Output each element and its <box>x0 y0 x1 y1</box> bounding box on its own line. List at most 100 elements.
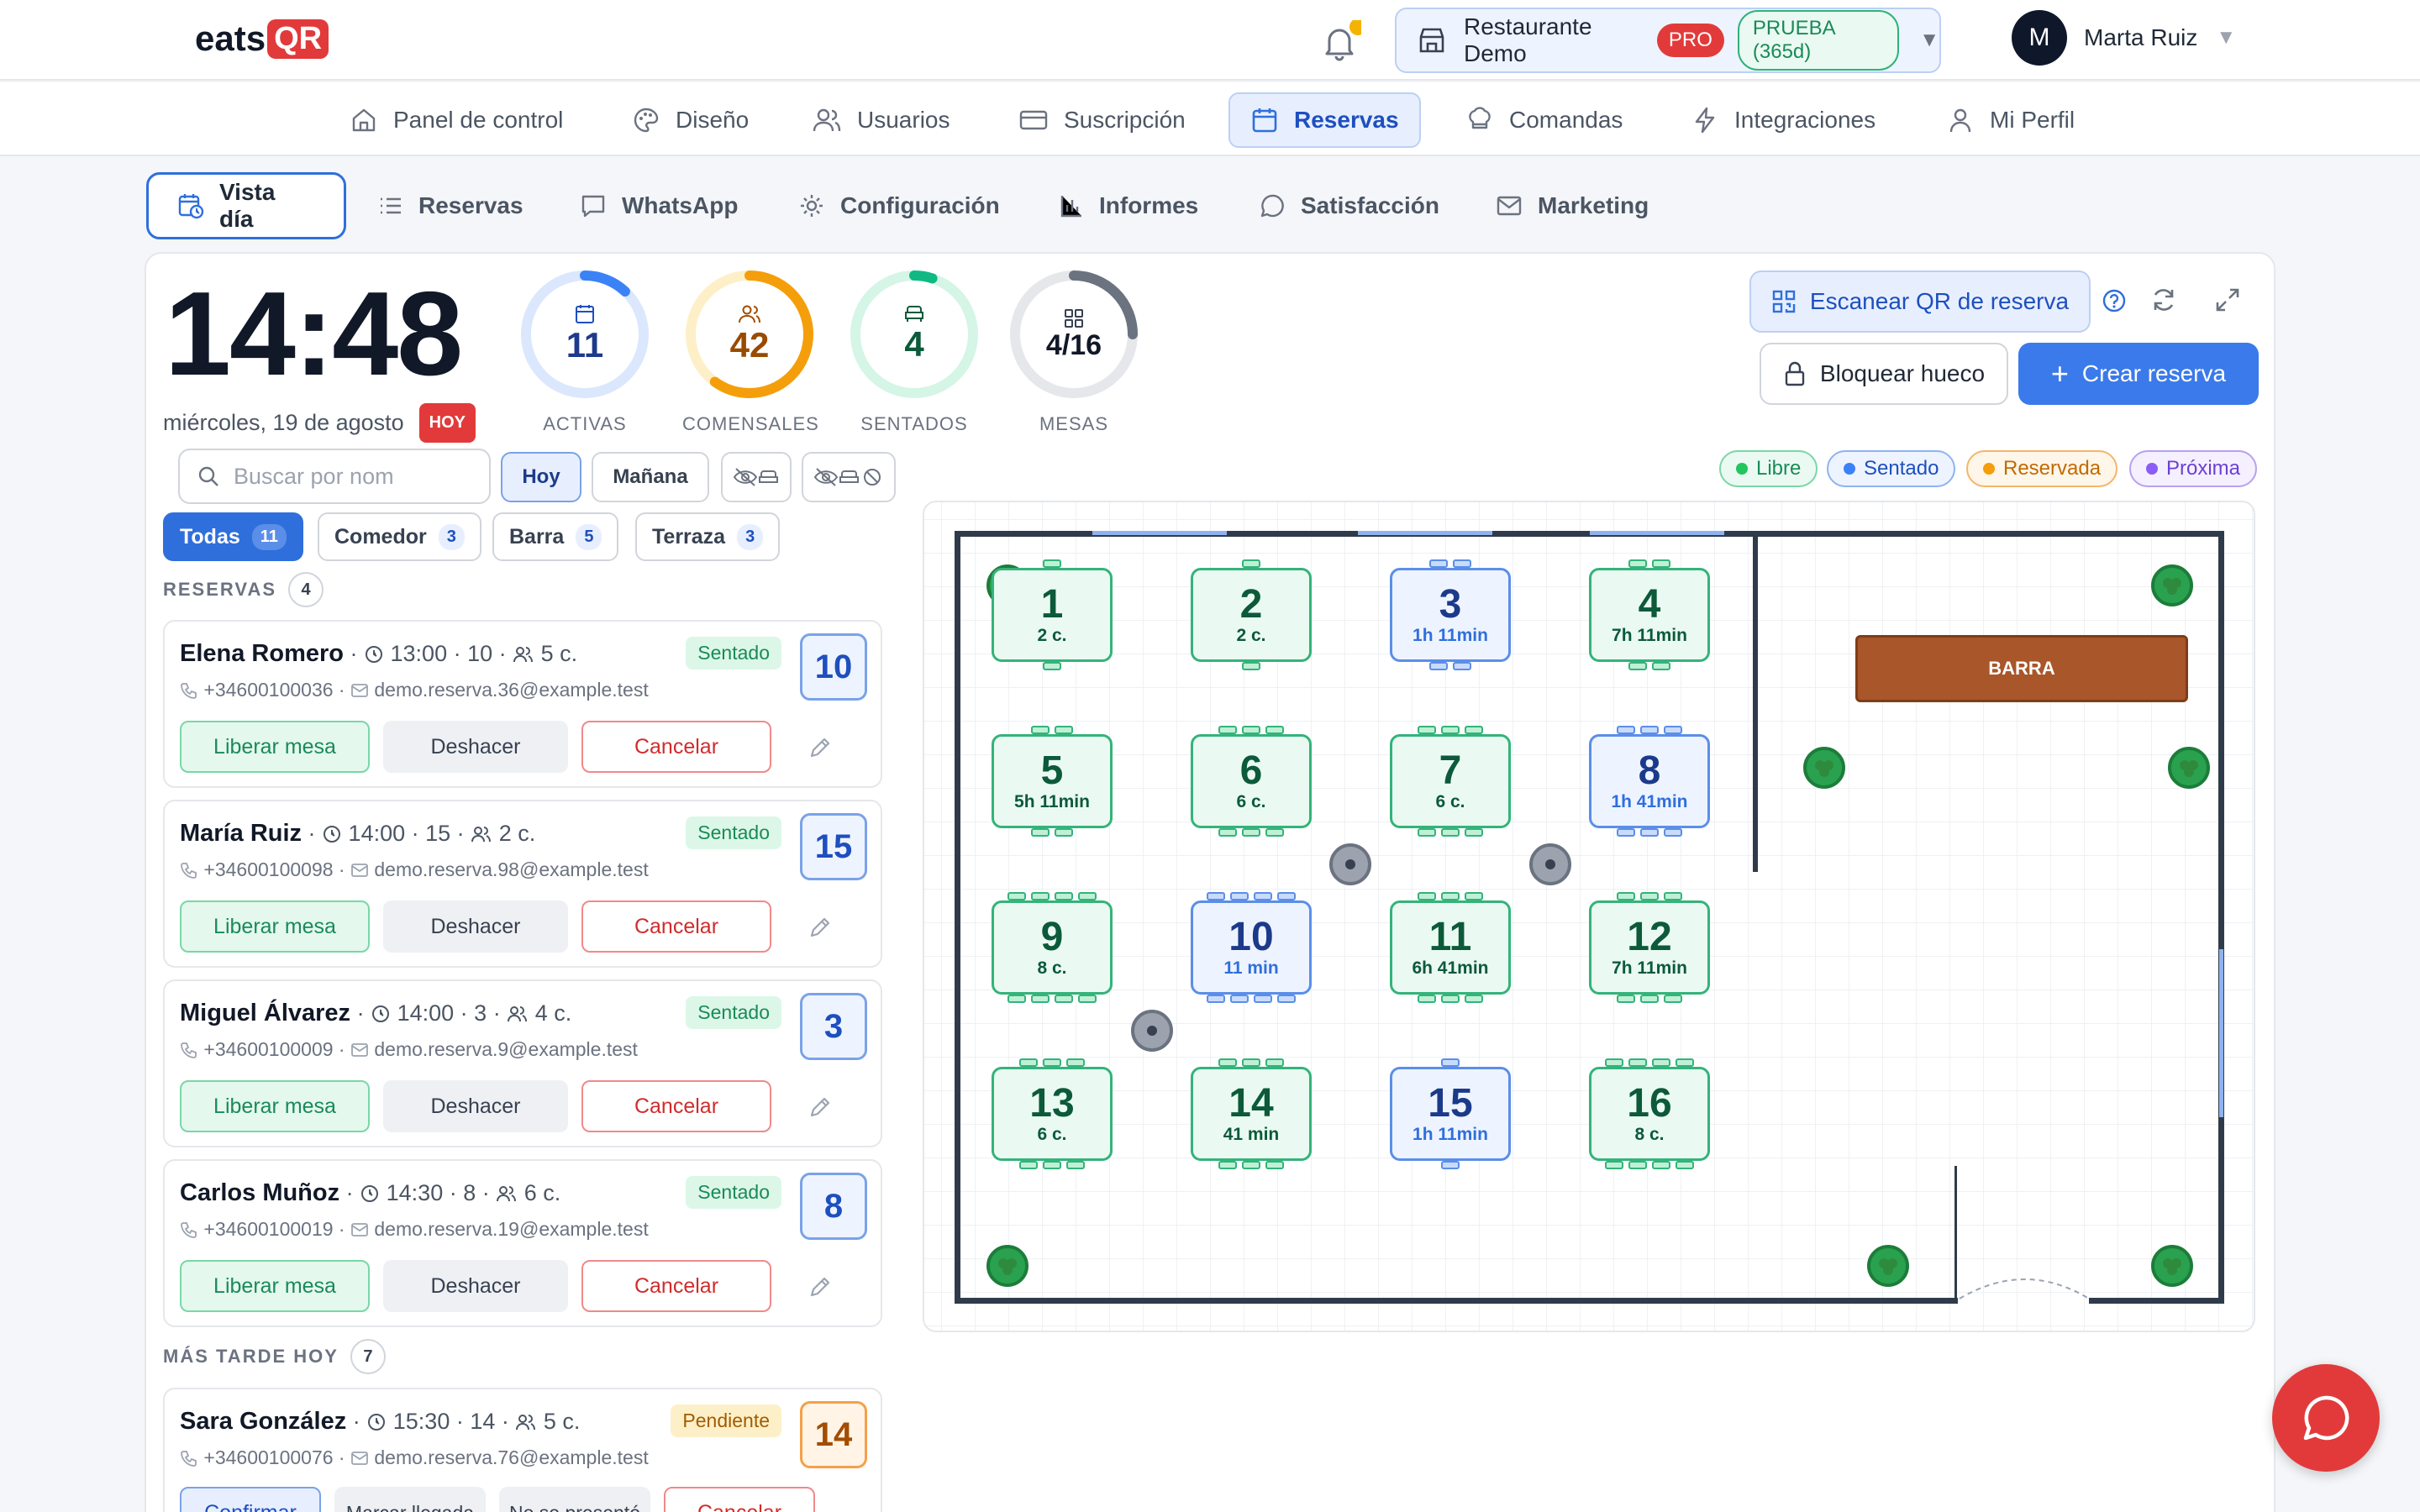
undo-button[interactable]: Deshacer <box>383 900 568 953</box>
floor-table-13[interactable]: 13 6 c. <box>992 1067 1113 1161</box>
floor-table-4[interactable]: 4 7h 11min <box>1589 568 1710 662</box>
nav-diseno[interactable]: Diseño <box>612 92 769 148</box>
floor-table-6[interactable]: 66 c. <box>1191 734 1312 828</box>
reservation-card[interactable]: María Ruiz · 14:00 · 15 · 2 c. +34600100… <box>163 800 882 968</box>
reservation-card[interactable]: Sara González · 15:30 · 14 · 5 c. +34600… <box>163 1388 882 1512</box>
nav-integraciones[interactable]: Integraciones <box>1670 92 1896 148</box>
cancel-button[interactable]: Cancelar <box>581 721 771 773</box>
zone-filter-barra[interactable]: Barra 5 <box>492 512 619 561</box>
floor-table-5[interactable]: 5 5h 11min <box>992 734 1113 828</box>
search-placeholder: Buscar por nom <box>234 463 394 489</box>
table-number: 5 <box>1040 748 1064 793</box>
release-table-button[interactable]: Liberar mesa <box>180 900 370 953</box>
nav-reservas[interactable]: Reservas <box>1228 92 1421 148</box>
edit-pencil-icon[interactable] <box>807 1273 834 1300</box>
undo-button[interactable]: Deshacer <box>383 1260 568 1312</box>
wall <box>955 531 960 1304</box>
release-table-button[interactable]: Liberar mesa <box>180 1260 370 1312</box>
nav-panel[interactable]: Panel de control <box>329 92 583 148</box>
floor-table-8[interactable]: 8 1h 41min <box>1589 734 1710 828</box>
calendar-icon <box>1250 106 1294 134</box>
mark-arrival-button[interactable]: Marcar llegada <box>334 1487 486 1512</box>
floor-table-12[interactable]: 12 7h 11min <box>1589 900 1710 995</box>
notifications-bell-icon[interactable] <box>1318 20 1361 64</box>
clock-icon <box>360 1184 380 1204</box>
nav-mi-perfil[interactable]: Mi Perfil <box>1926 92 2095 148</box>
help-icon[interactable] <box>2101 287 2128 314</box>
table-number-badge[interactable]: 10 <box>800 633 867 701</box>
tab-vista-dia[interactable]: Vista día <box>146 172 346 239</box>
logo[interactable]: eats QR <box>195 18 329 59</box>
filter-tomorrow[interactable]: Mañana <box>592 452 709 502</box>
edit-pencil-icon[interactable] <box>807 914 834 941</box>
zone-label: Terraza <box>652 524 726 549</box>
search-field[interactable]: Buscar por nom <box>178 449 491 504</box>
stat-sentados: 4 SENTADOS <box>847 267 981 435</box>
floor-table-7[interactable]: 76 c. <box>1390 734 1511 828</box>
release-table-button[interactable]: Liberar mesa <box>180 1080 370 1132</box>
tab-whatsapp[interactable]: WhatsApp <box>551 172 766 239</box>
no-show-button[interactable]: No se presentó <box>499 1487 650 1512</box>
cancel-button[interactable]: Cancelar <box>581 1080 771 1132</box>
cancel-button[interactable]: Cancelar <box>581 900 771 953</box>
zone-filter-comedor[interactable]: Comedor 3 <box>318 512 481 561</box>
tab-satisfaccion[interactable]: Satisfacción <box>1230 172 1468 239</box>
legend-label: Reservada <box>2003 457 2102 480</box>
cancel-button[interactable]: Cancelar <box>581 1260 771 1312</box>
floor-table-2[interactable]: 22 c. <box>1191 568 1312 662</box>
zone-filter-terraza[interactable]: Terraza 3 <box>635 512 781 561</box>
block-slot-button[interactable]: Bloquear hueco <box>1760 343 2008 405</box>
user-icon <box>1946 106 1990 134</box>
chair <box>1230 892 1249 900</box>
floor-table-3[interactable]: 3 1h 11min <box>1390 568 1511 662</box>
table-subtext: 7h 11min <box>1612 626 1687 645</box>
tab-informes[interactable]: Informes <box>1030 172 1227 239</box>
table-number-badge[interactable]: 14 <box>800 1401 867 1468</box>
tab-configuracion[interactable]: Configuración <box>770 172 1028 239</box>
edit-pencil-icon[interactable] <box>807 1094 834 1121</box>
table-number-badge[interactable]: 8 <box>800 1173 867 1240</box>
floor-table-1[interactable]: 12 c. <box>992 568 1113 662</box>
table-number-badge[interactable]: 15 <box>800 813 867 880</box>
zone-label: Comedor <box>334 524 427 549</box>
table-number-badge[interactable]: 3 <box>800 993 867 1060</box>
bar-counter[interactable]: BARRA <box>1855 635 2188 702</box>
reservation-card[interactable]: Miguel Álvarez · 14:00 · 3 · 4 c. +34600… <box>163 979 882 1147</box>
confirm-button[interactable]: Confirmar <box>180 1487 321 1512</box>
table-number: 9 <box>1040 915 1064 959</box>
chair <box>1043 1058 1061 1067</box>
undo-button[interactable]: Deshacer <box>383 1080 568 1132</box>
user-menu[interactable]: M Marta Ruiz ▼ <box>2012 10 2236 66</box>
nav-usuarios[interactable]: Usuarios <box>792 92 970 148</box>
restaurant-selector[interactable]: Restaurante Demo PRO PRUEBA (365d) ▼ <box>1395 8 1941 73</box>
zone-filter-todas[interactable]: Todas 11 <box>163 512 303 561</box>
pillar <box>1529 843 1571 885</box>
refresh-icon[interactable] <box>2149 286 2178 314</box>
tab-marketing[interactable]: Marketing <box>1467 172 1677 239</box>
chair <box>1265 828 1284 837</box>
reservation-card[interactable]: Carlos Muñoz · 14:30 · 8 · 6 c. +3460010… <box>163 1159 882 1327</box>
reservation-card[interactable]: Elena Romero · 13:00 · 10 · 5 c. +346001… <box>163 620 882 788</box>
scan-qr-button[interactable]: Escanear QR de reserva <box>1749 270 2091 333</box>
create-reservation-button[interactable]: + Crear reserva <box>2018 343 2259 405</box>
toggle-hide-seated-icon[interactable] <box>721 452 792 502</box>
floor-table-14[interactable]: 14 41 min <box>1191 1067 1312 1161</box>
fullscreen-icon[interactable] <box>2213 286 2242 314</box>
tab-reservas[interactable]: Reservas <box>350 172 552 239</box>
chair <box>1652 559 1670 568</box>
floor-table-9[interactable]: 98 c. <box>992 900 1113 995</box>
cancel-button[interactable]: Cancelar <box>664 1487 815 1512</box>
floor-table-16[interactable]: 16 8 c. <box>1589 1067 1710 1161</box>
toggle-hide-cancelled-icon[interactable] <box>802 452 896 502</box>
release-table-button[interactable]: Liberar mesa <box>180 721 370 773</box>
edit-pencil-icon[interactable] <box>807 734 834 761</box>
undo-button[interactable]: Deshacer <box>383 721 568 773</box>
nav-comandas[interactable]: Comandas <box>1445 92 1643 148</box>
floor-table-10[interactable]: 10 11 min <box>1191 900 1312 995</box>
nav-suscripcion[interactable]: Suscripción <box>998 92 1206 148</box>
block-slot-label: Bloquear hueco <box>1819 360 1986 386</box>
chat-button[interactable] <box>2272 1364 2380 1472</box>
filter-today[interactable]: Hoy <box>501 452 581 502</box>
floor-table-11[interactable]: 11 6h 41min <box>1390 900 1511 995</box>
floor-table-15[interactable]: 15 1h 11min <box>1390 1067 1511 1161</box>
